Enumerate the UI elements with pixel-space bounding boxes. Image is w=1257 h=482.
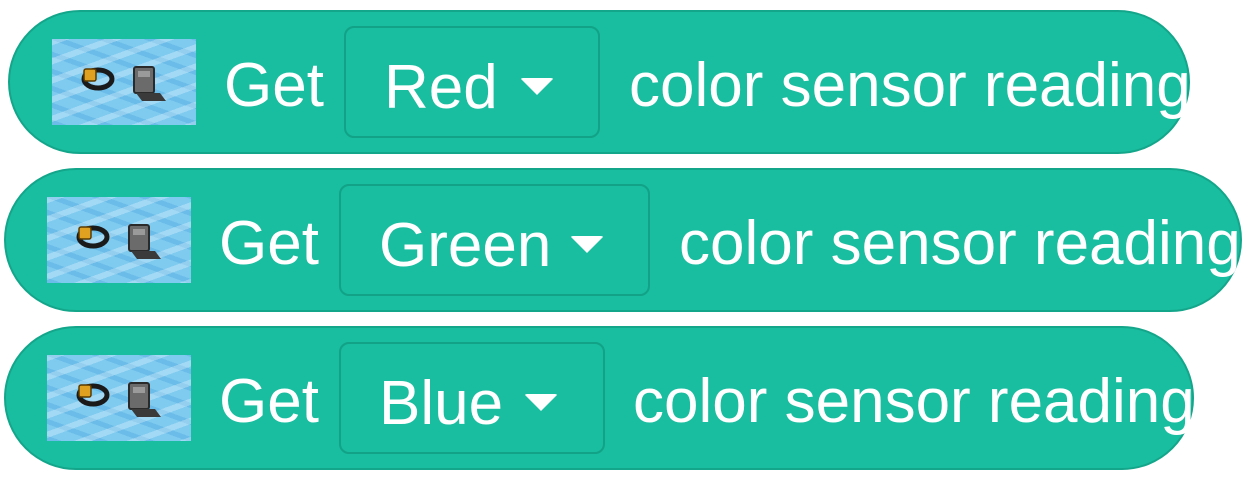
get-label: Get — [224, 51, 324, 120]
color-dropdown-value: Red — [384, 53, 498, 122]
color-dropdown[interactable]: Red — [344, 26, 600, 138]
get-color-sensor-reading-block-green[interactable]: Get Green color sensor reading — [4, 168, 1242, 312]
get-label: Get — [219, 209, 319, 278]
color-dropdown[interactable]: Blue — [339, 342, 605, 454]
caret-down-icon — [524, 394, 558, 411]
color-sensor-reading-label: color sensor reading — [633, 367, 1195, 436]
caret-down-icon — [520, 78, 554, 95]
color-dropdown-value: Blue — [379, 369, 504, 438]
get-label: Get — [219, 367, 319, 436]
get-color-sensor-reading-block-red[interactable]: Get Red color sensor reading — [8, 10, 1191, 154]
color-sensor-reading-label: color sensor reading — [629, 51, 1191, 120]
color-dropdown-value: Green — [379, 211, 552, 280]
caret-down-icon — [570, 236, 604, 253]
color-sensor-icon — [47, 197, 191, 283]
color-dropdown[interactable]: Green — [339, 184, 650, 296]
color-sensor-icon — [47, 355, 191, 441]
color-sensor-reading-label: color sensor reading — [679, 209, 1241, 278]
color-sensor-icon — [52, 39, 196, 125]
get-color-sensor-reading-block-blue[interactable]: Get Blue color sensor reading — [4, 326, 1195, 470]
